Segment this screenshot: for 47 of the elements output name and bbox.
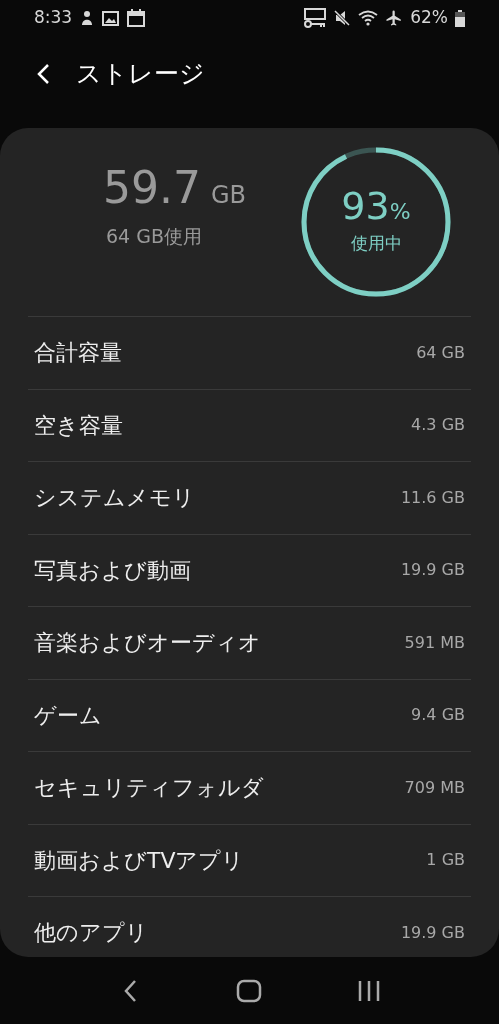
storage-row[interactable]: システムメモリ 11.6 GB: [28, 461, 471, 534]
row-label: システムメモリ: [34, 484, 195, 513]
row-value: 19.9 GB: [400, 921, 465, 944]
storage-row[interactable]: 合計容量 64 GB: [28, 316, 471, 389]
row-label: 合計容量: [34, 339, 122, 368]
image-icon: [102, 10, 120, 26]
usage-percent: 93: [341, 187, 390, 226]
used-unit: GB: [210, 182, 247, 207]
storage-row[interactable]: 空き容量 4.3 GB: [28, 388, 471, 461]
storage-row[interactable]: ゲーム 9.4 GB: [28, 678, 471, 751]
row-value: 591 MB: [404, 631, 465, 654]
row-value: 1 GB: [426, 849, 465, 872]
battery-percent: 62%: [410, 6, 448, 30]
row-label: 空き容量: [34, 411, 123, 440]
row-label: 他のアプリ: [34, 919, 148, 948]
row-label: 音楽およびオーディオ: [34, 629, 261, 658]
recents-icon: [357, 978, 382, 1003]
row-label: セキュリティフォルダ: [34, 774, 264, 803]
row-value: 709 MB: [404, 776, 465, 799]
used-amount: 59.7: [103, 165, 201, 210]
row-value: 19.9 GB: [400, 559, 465, 582]
key-icon: [304, 8, 327, 28]
wifi-icon: [358, 10, 379, 26]
storage-row[interactable]: 音楽およびオーディオ 591 MB: [28, 606, 471, 679]
row-value: 64 GB: [416, 341, 465, 364]
storage-row[interactable]: 動画およびTVアプリ 1 GB: [28, 823, 471, 896]
percent-sign: %: [389, 201, 411, 224]
row-value: 11.6 GB: [400, 486, 465, 509]
row-label: 動画およびTVアプリ: [34, 846, 245, 875]
storage-row[interactable]: 他のアプリ 19.9 GB: [28, 896, 471, 957]
row-value: 4.3 GB: [411, 414, 465, 437]
battery-icon: [455, 9, 465, 27]
mute-icon: [333, 9, 352, 27]
usage-caption: 使用中: [350, 232, 402, 256]
page-title: ストレージ: [76, 58, 205, 91]
back-icon: [36, 63, 50, 85]
row-label: ゲーム: [34, 701, 102, 730]
home-icon: [236, 978, 263, 1003]
airplane-icon: [385, 9, 404, 27]
calendar-icon: [127, 9, 146, 27]
status-time: 8:33: [34, 6, 73, 30]
back-icon: [122, 978, 137, 1003]
capacity-text: 64 GB使用: [106, 223, 203, 249]
row-label: 写真および動画: [34, 556, 191, 585]
storage-row[interactable]: 写真および動画 19.9 GB: [28, 533, 471, 606]
storage-row[interactable]: セキュリティフォルダ 709 MB: [28, 751, 471, 824]
row-value: 9.4 GB: [411, 704, 465, 727]
